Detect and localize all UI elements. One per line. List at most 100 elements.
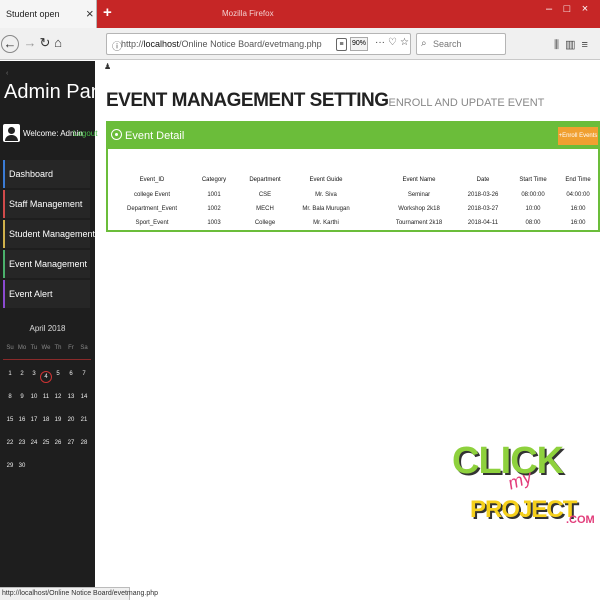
address-bar[interactable]: ⓘ http://localhost/Online Notice Board/e… bbox=[106, 33, 411, 55]
calendar-day[interactable]: 18 bbox=[40, 417, 52, 423]
calendar-weekday: Th bbox=[54, 345, 62, 351]
calendar-day[interactable]: 12 bbox=[52, 394, 64, 400]
table-header: Department bbox=[249, 177, 281, 183]
panel-header: Event Detail +Enroll Events bbox=[108, 123, 598, 149]
calendar-day[interactable]: 29 bbox=[4, 463, 16, 469]
page-subtitle: ENROLL AND UPDATE EVENT bbox=[388, 97, 545, 109]
calendar-weekday: Su bbox=[6, 345, 14, 351]
calendar-day[interactable]: 5 bbox=[52, 371, 64, 377]
table-cell: Sport_Event bbox=[135, 220, 169, 226]
sidebar-item-label: Event Alert bbox=[9, 289, 53, 299]
sidebar-item-label: Event Management bbox=[9, 259, 88, 269]
table-header: Event_ID bbox=[139, 177, 165, 183]
browser-tab[interactable]: Student open × bbox=[0, 0, 97, 28]
calendar-day[interactable]: 10 bbox=[28, 394, 40, 400]
calendar-weekday: Mo bbox=[17, 345, 27, 351]
library-icon[interactable]: ⫼ bbox=[554, 39, 559, 51]
calendar-day[interactable]: 20 bbox=[65, 417, 77, 423]
calendar-day[interactable]: 8 bbox=[4, 394, 16, 400]
close-window-icon[interactable]: × bbox=[576, 3, 594, 15]
calendar-divider bbox=[3, 359, 91, 360]
calendar-day[interactable]: 7 bbox=[78, 371, 90, 377]
table-cell: Seminar bbox=[407, 192, 431, 198]
table-cell: College bbox=[254, 220, 276, 226]
logo-project-text: PROJECT bbox=[470, 496, 577, 523]
calendar-day[interactable]: 27 bbox=[65, 440, 77, 446]
table-header: Category bbox=[201, 177, 227, 183]
close-tab-icon[interactable]: × bbox=[86, 6, 94, 21]
sidebar-item-label: Student Management bbox=[9, 229, 96, 239]
calendar-day[interactable]: 22 bbox=[4, 440, 16, 446]
window-title: Mozilla Firefox bbox=[222, 9, 274, 18]
pocket-icon[interactable]: ♡ bbox=[388, 37, 397, 48]
browser-tab-bar: Student open × + Mozilla Firefox – □ × bbox=[0, 0, 600, 28]
sidebar-item-event-alert[interactable]: Event Alert bbox=[3, 280, 90, 308]
logout-link[interactable]: Logout bbox=[73, 129, 97, 138]
calendar-today[interactable]: 4 bbox=[40, 371, 52, 383]
table-cell: 2018-03-27 bbox=[467, 206, 499, 212]
browser-nav-bar: ← → ↻ ⌂ ⓘ http://localhost/Online Notice… bbox=[0, 28, 600, 60]
calendar-day[interactable]: 14 bbox=[78, 394, 90, 400]
bookmark-star-icon[interactable]: ☆ bbox=[400, 37, 409, 48]
calendar-day[interactable]: 21 bbox=[78, 417, 90, 423]
calendar-day[interactable]: 3 bbox=[28, 371, 40, 377]
sidebar-item-staff-management[interactable]: Staff Management bbox=[3, 190, 90, 218]
url-text: http://localhost/Online Notice Board/eve… bbox=[121, 39, 322, 49]
table-header: Start Time bbox=[519, 177, 547, 183]
sidebar-item-label: Staff Management bbox=[9, 199, 83, 209]
calendar-day[interactable]: 6 bbox=[65, 371, 77, 377]
new-tab-button[interactable]: + bbox=[103, 4, 112, 21]
calendar-day[interactable]: 30 bbox=[16, 463, 28, 469]
calendar-day[interactable]: 2 bbox=[16, 371, 28, 377]
table-cell: 16:00 bbox=[570, 220, 586, 226]
home-icon[interactable]: ⌂ bbox=[48, 33, 68, 53]
menu-icon[interactable]: ≡ bbox=[581, 39, 587, 51]
calendar-day[interactable]: 24 bbox=[28, 440, 40, 446]
minimize-icon[interactable]: – bbox=[540, 3, 558, 15]
table-cell: 08:00:00 bbox=[521, 192, 545, 198]
calendar-weekday: We bbox=[41, 345, 51, 351]
clickmyproject-logo: CLICK my PROJECT .COM bbox=[452, 440, 595, 540]
table-header: Date bbox=[476, 177, 490, 183]
sidebar-item-dashboard[interactable]: Dashboard bbox=[3, 160, 90, 188]
calendar-weekday: Fr bbox=[68, 345, 74, 351]
calendar-day[interactable]: 16 bbox=[16, 417, 28, 423]
table-header: Event Name bbox=[402, 177, 436, 183]
table-cell: 1002 bbox=[207, 206, 221, 212]
event-detail-panel: Event Detail +Enroll Events Event_ID Cate… bbox=[106, 121, 600, 232]
table-cell: 1003 bbox=[207, 220, 221, 226]
more-actions-icon[interactable]: ··· bbox=[375, 37, 385, 48]
toolbar-right: ⫼ ▥ ≡ bbox=[554, 38, 594, 52]
calendar-day[interactable]: 26 bbox=[52, 440, 64, 446]
calendar-day[interactable]: 25 bbox=[40, 440, 52, 446]
calendar-weekday: Tu bbox=[30, 345, 38, 351]
page-title-main: EVENT MANAGEMENT SETTING bbox=[106, 90, 389, 111]
table-cell: 10:00 bbox=[525, 206, 541, 212]
calendar-day[interactable]: 19 bbox=[52, 417, 64, 423]
status-url: http://localhost/Online Notice Board/eve… bbox=[2, 590, 159, 597]
calendar-day[interactable]: 23 bbox=[16, 440, 28, 446]
calendar-day[interactable]: 17 bbox=[28, 417, 40, 423]
sidebar-toggle-icon[interactable]: ▥ bbox=[565, 39, 575, 51]
enroll-events-button[interactable]: +Enroll Events bbox=[558, 127, 598, 145]
zoom-level[interactable]: 90% bbox=[350, 37, 368, 51]
window-controls: – □ × bbox=[540, 3, 594, 15]
table-cell: college Event bbox=[133, 192, 171, 198]
back-icon[interactable]: ← bbox=[1, 35, 19, 53]
calendar-day[interactable]: 9 bbox=[16, 394, 28, 400]
table-header: End Time bbox=[565, 177, 591, 183]
calendar-day[interactable]: 28 bbox=[78, 440, 90, 446]
table-cell: 2018-03-26 bbox=[467, 192, 499, 198]
sidebar-item-student-management[interactable]: Student Management bbox=[3, 220, 95, 248]
calendar-day[interactable]: 15 bbox=[4, 417, 16, 423]
reader-view-icon[interactable]: ≡ bbox=[336, 38, 347, 51]
collapse-icon[interactable]: ‹ bbox=[6, 70, 8, 77]
calendar-day[interactable]: 13 bbox=[65, 394, 77, 400]
calendar-day[interactable]: 1 bbox=[4, 371, 16, 377]
calendar-day[interactable]: 11 bbox=[40, 394, 52, 400]
maximize-icon[interactable]: □ bbox=[558, 3, 576, 15]
table-cell: CSE bbox=[258, 192, 272, 198]
table-cell: 08:00 bbox=[525, 220, 541, 226]
sidebar-item-event-management[interactable]: Event Management bbox=[3, 250, 90, 278]
search-bar[interactable]: ⌕ Search bbox=[416, 33, 506, 55]
